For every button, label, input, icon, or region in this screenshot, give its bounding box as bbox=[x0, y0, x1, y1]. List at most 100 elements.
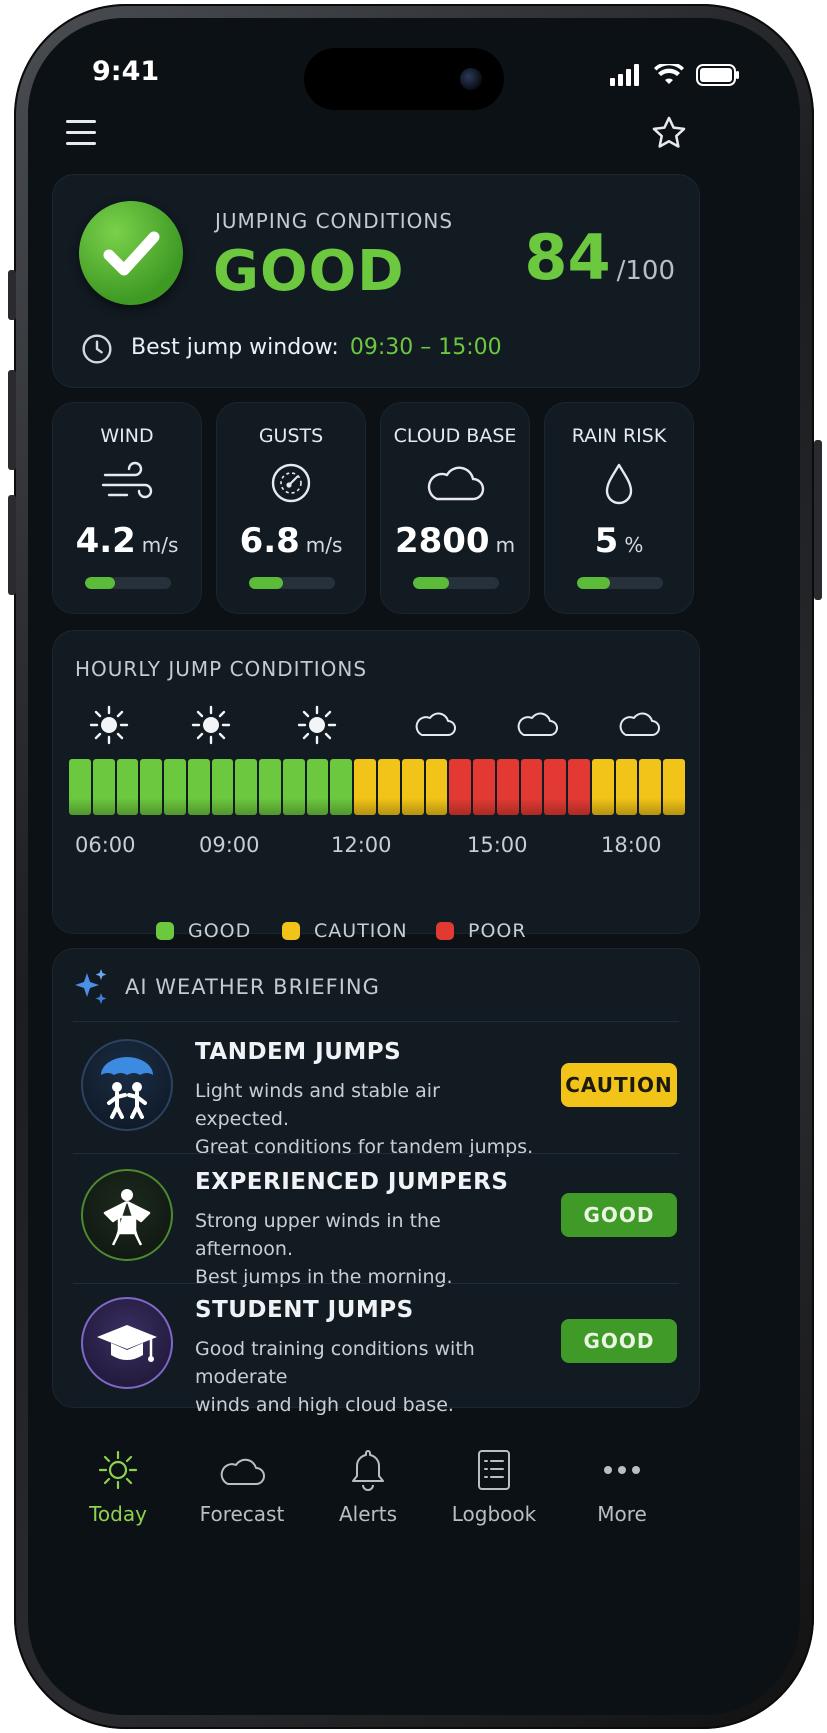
mute-switch bbox=[8, 270, 16, 320]
sun-icon bbox=[98, 1450, 138, 1490]
metric-card-wind[interactable]: WIND 4.2 m/s bbox=[52, 402, 202, 614]
bell-icon bbox=[352, 1450, 384, 1491]
hour-segment-good bbox=[92, 759, 115, 815]
hour-segment-good bbox=[235, 759, 258, 815]
dynamic-island bbox=[304, 48, 504, 110]
hour-segment-good bbox=[164, 759, 186, 815]
cloud-icon bbox=[619, 712, 660, 736]
conditions-card: JUMPING CONDITIONS GOOD 84 /100 Best jum… bbox=[52, 174, 700, 388]
hour-segment-good bbox=[330, 759, 353, 815]
hamburger-menu-icon[interactable] bbox=[66, 120, 96, 146]
metric-level-bar bbox=[249, 577, 335, 589]
hourly-heading: HOURLY JUMP CONDITIONS bbox=[75, 657, 368, 681]
hour-segment-caution bbox=[615, 759, 638, 815]
time-tick-label: 06:00 bbox=[75, 833, 136, 857]
hour-segment-good bbox=[282, 759, 305, 815]
nav-more[interactable]: More bbox=[562, 1446, 682, 1526]
metric-card-gusts[interactable]: GUSTS 6.8 m/s bbox=[216, 402, 366, 614]
time-tick-label: 15:00 bbox=[467, 833, 528, 857]
camera-icon bbox=[460, 68, 482, 90]
nav-logbook[interactable]: Logbook bbox=[434, 1446, 554, 1526]
legend-swatch bbox=[282, 922, 300, 940]
hour-segment-good bbox=[69, 759, 91, 815]
nav-label: Forecast bbox=[199, 1502, 285, 1526]
volume-down-button bbox=[8, 495, 16, 595]
metric-level-bar bbox=[85, 577, 171, 589]
briefing-item-tandem[interactable]: TANDEM JUMPS Light winds and stable air … bbox=[73, 1025, 719, 1158]
signal-icon bbox=[610, 64, 639, 86]
app-screen: 9:41 JUMPING CONDITIONS GOOD 84 /100 Bes… bbox=[28, 18, 800, 1715]
hour-segment-poor bbox=[496, 759, 519, 815]
legend-swatch bbox=[156, 922, 174, 940]
wingsuit-jumper-icon bbox=[81, 1169, 173, 1261]
cloud-icon bbox=[517, 712, 558, 736]
metric-value: 5 bbox=[594, 521, 619, 561]
score-value: 84 bbox=[524, 221, 611, 294]
power-button bbox=[814, 440, 822, 600]
briefing-item-experienced[interactable]: EXPERIENCED JUMPERS Strong upper winds i… bbox=[73, 1155, 719, 1288]
cloud-icon bbox=[220, 1458, 265, 1485]
sparkle-ai-icon bbox=[75, 969, 107, 1004]
hour-segment-poor bbox=[568, 759, 590, 815]
legend-swatch bbox=[436, 922, 454, 940]
legend-caution: CAUTION bbox=[282, 920, 408, 942]
time-tick-label: 12:00 bbox=[331, 833, 392, 857]
best-window-value: 09:30 – 15:00 bbox=[349, 335, 502, 360]
briefing-item-description: Light winds and stable air expected. Grea… bbox=[195, 1077, 535, 1161]
metric-unit: m/s bbox=[141, 533, 179, 557]
hour-segment-poor bbox=[544, 759, 567, 815]
battery-icon bbox=[696, 64, 739, 86]
metric-label: CLOUD BASE bbox=[393, 425, 517, 447]
hourly-card: HOURLY JUMP CONDITIONS 06:00 09:00 12:00 15… bbox=[52, 630, 700, 934]
divider bbox=[73, 1153, 679, 1154]
metric-level-bar bbox=[577, 577, 663, 589]
hour-segment-caution bbox=[378, 759, 400, 815]
sun-icon bbox=[297, 705, 337, 745]
briefing-card: AI WEATHER BRIEFING TANDEM JUMPS Light w… bbox=[52, 948, 700, 1416]
hourly-condition-bar[interactable] bbox=[69, 759, 685, 815]
time-tick-label: 18:00 bbox=[601, 833, 662, 857]
nav-today[interactable]: Today bbox=[58, 1446, 178, 1526]
tandem-parachute-icon bbox=[81, 1039, 173, 1131]
status-badge: CAUTION bbox=[561, 1063, 677, 1107]
raindrop-icon bbox=[605, 463, 633, 505]
time-tick-label: 09:00 bbox=[199, 833, 260, 857]
hour-segment-caution bbox=[663, 759, 685, 815]
hour-segment-poor bbox=[520, 759, 543, 815]
hour-segment-poor bbox=[473, 759, 495, 815]
nav-label: More bbox=[597, 1502, 647, 1526]
check-badge-icon bbox=[79, 201, 183, 305]
metric-level-bar bbox=[413, 577, 499, 589]
score-max: /100 bbox=[616, 256, 675, 286]
conditions-heading: JUMPING CONDITIONS bbox=[215, 209, 454, 233]
description-line: Strong upper winds in the afternoon. bbox=[195, 1210, 441, 1260]
briefing-item-title: EXPERIENCED JUMPERS bbox=[195, 1169, 509, 1195]
clock-icon bbox=[82, 334, 112, 364]
hour-segment-caution bbox=[401, 759, 424, 815]
sun-icon bbox=[191, 705, 231, 745]
metric-value: 6.8 bbox=[239, 521, 300, 561]
more-dots-icon bbox=[604, 1466, 640, 1474]
conditions-status: GOOD bbox=[213, 239, 405, 304]
volume-up-button bbox=[8, 370, 16, 470]
description-line: Light winds and stable air expected. bbox=[195, 1080, 440, 1130]
hour-segment-poor bbox=[449, 759, 472, 815]
nav-label: Alerts bbox=[338, 1502, 398, 1526]
briefing-item-student[interactable]: STUDENT JUMPS Good training conditions w… bbox=[73, 1283, 719, 1416]
score: 84 /100 bbox=[524, 221, 675, 294]
metric-unit: % bbox=[624, 533, 644, 557]
nav-forecast[interactable]: Forecast bbox=[182, 1446, 302, 1526]
nav-label: Logbook bbox=[451, 1502, 537, 1526]
metric-card-cloud-base[interactable]: CLOUD BASE 2800 m bbox=[380, 402, 530, 614]
nav-alerts[interactable]: Alerts bbox=[308, 1446, 428, 1526]
status-badge: GOOD bbox=[561, 1193, 677, 1237]
hourly-icons bbox=[53, 703, 699, 747]
briefing-item-description: Strong upper winds in the afternoon. Best… bbox=[195, 1207, 535, 1291]
cloud-icon bbox=[415, 712, 456, 736]
briefing-item-description: Good training conditions with moderate wi… bbox=[195, 1335, 535, 1419]
hour-segment-good bbox=[259, 759, 281, 815]
star-outline-icon[interactable] bbox=[650, 114, 688, 152]
graduation-cap-icon bbox=[81, 1297, 173, 1389]
metric-card-rain-risk[interactable]: RAIN RISK 5% bbox=[544, 402, 694, 614]
wind-icon bbox=[101, 461, 153, 499]
